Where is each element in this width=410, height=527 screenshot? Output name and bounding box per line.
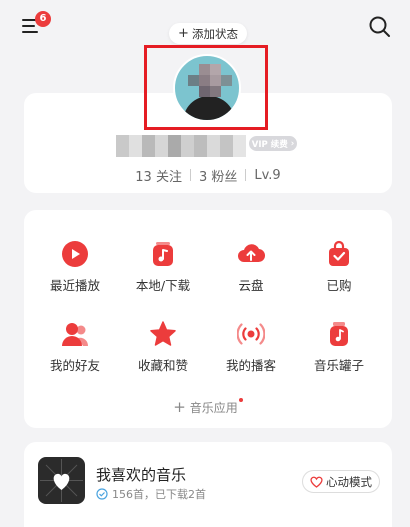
search-icon[interactable] xyxy=(368,15,392,39)
app-label: 本地/下载 xyxy=(135,278,191,293)
profile-stats: 13 关注 3 粉丝 Lv.9 xyxy=(24,166,392,185)
friends-icon xyxy=(61,320,89,348)
apps-card: 最近播放 本地/下载 云盘 已购 我的好友 收藏和赞 我的播客 音乐罐子 + 音… xyxy=(24,210,392,428)
music-apps-label: 音乐应用 xyxy=(189,401,238,415)
username-blurred xyxy=(116,135,246,157)
app-label: 音乐罐子 xyxy=(313,358,364,373)
heart-icon xyxy=(310,476,323,488)
music-download-icon xyxy=(149,240,177,268)
app-friends[interactable]: 我的好友 xyxy=(39,320,111,380)
follows-count[interactable]: 13 关注 xyxy=(135,166,182,185)
new-dot-indicator xyxy=(238,398,243,402)
plus-icon: + xyxy=(173,398,186,416)
top-bar: 6 + 添加状态 xyxy=(0,0,410,50)
app-favorites-likes[interactable]: 收藏和赞 xyxy=(127,320,199,380)
app-recent-play[interactable]: 最近播放 xyxy=(39,240,111,300)
vip-renew-badge[interactable]: VIP 续费 › xyxy=(249,136,297,151)
level-label[interactable]: Lv.9 xyxy=(254,168,280,183)
vip-label: VIP 续费 xyxy=(251,139,288,150)
playlist-cover xyxy=(38,457,85,504)
downloaded-check-icon xyxy=(96,488,108,500)
heartbeat-mode-label: 心动模式 xyxy=(326,474,372,489)
star-icon xyxy=(149,320,177,348)
app-music-jar[interactable]: 音乐罐子 xyxy=(303,320,375,380)
app-label: 已购 xyxy=(326,278,352,293)
heartbeat-mode-button[interactable]: 心动模式 xyxy=(302,470,380,493)
cloud-upload-icon xyxy=(237,240,266,268)
favorite-music-card[interactable]: 我喜欢的音乐 156首，已下载2首 心动模式 xyxy=(24,442,392,527)
avatar-highlight-box xyxy=(144,45,268,130)
app-local-download[interactable]: 本地/下载 xyxy=(127,240,199,300)
app-label: 我的播客 xyxy=(225,358,276,373)
playlist-count: 156首，已下载2首 xyxy=(112,488,206,501)
app-purchased[interactable]: 已购 xyxy=(303,240,375,300)
add-status-button[interactable]: + 添加状态 xyxy=(169,23,247,44)
shopping-bag-icon xyxy=(325,240,353,268)
app-label: 收藏和赞 xyxy=(137,358,188,373)
app-my-podcast[interactable]: 我的播客 xyxy=(215,320,287,380)
fans-count[interactable]: 3 粉丝 xyxy=(199,166,237,185)
add-status-label: 添加状态 xyxy=(191,26,238,41)
play-circle-icon xyxy=(61,240,89,268)
music-apps-button[interactable]: + 音乐应用 xyxy=(24,398,392,416)
menu-badge: 6 xyxy=(35,11,51,27)
playlist-title: 我喜欢的音乐 xyxy=(96,466,187,484)
app-label: 云盘 xyxy=(238,278,264,293)
plus-icon: + xyxy=(178,26,189,41)
music-jar-icon xyxy=(325,320,353,348)
app-cloud-drive[interactable]: 云盘 xyxy=(215,240,287,300)
app-label: 最近播放 xyxy=(49,278,100,293)
app-label: 我的好友 xyxy=(49,358,100,373)
podcast-icon xyxy=(236,320,266,348)
playlist-subtitle: 156首，已下载2首 xyxy=(96,486,206,502)
